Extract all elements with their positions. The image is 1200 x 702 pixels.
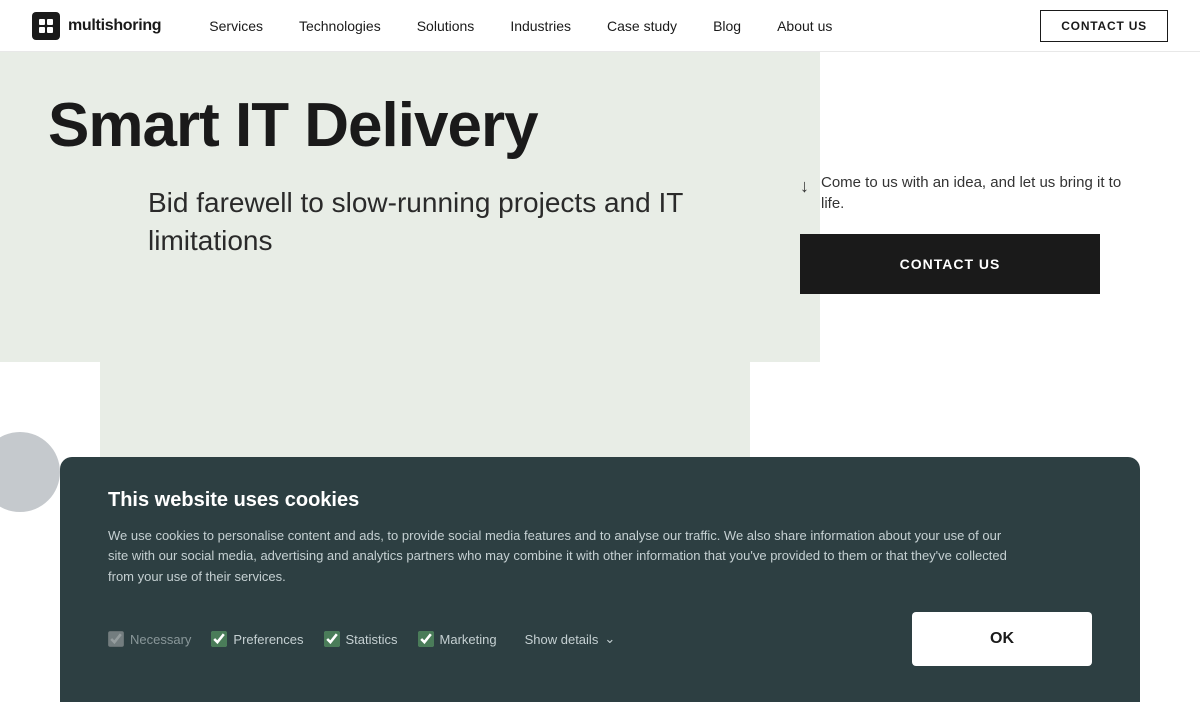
- navigation: multishoring Services Technologies Solut…: [0, 0, 1200, 52]
- nav-item-industries[interactable]: Industries: [510, 18, 571, 34]
- nav-item-about-us[interactable]: About us: [777, 18, 832, 34]
- nav-contact-button[interactable]: CONTACT US: [1040, 10, 1168, 42]
- checkbox-necessary-input[interactable]: [108, 631, 124, 647]
- cookie-ok-button[interactable]: OK: [912, 612, 1092, 666]
- cookie-banner-title: This website uses cookies: [108, 489, 1092, 512]
- logo-icon: [32, 12, 60, 40]
- nav-links: Services Technologies Solutions Industri…: [209, 18, 1040, 34]
- checkbox-preferences-label: Preferences: [233, 632, 303, 647]
- chevron-down-icon: ⌄: [604, 631, 615, 647]
- show-details-toggle[interactable]: Show details ⌄: [525, 631, 616, 647]
- logo-text: multishoring: [68, 17, 161, 35]
- nav-item-case-study[interactable]: Case study: [607, 18, 677, 34]
- checkbox-preferences-input[interactable]: [211, 631, 227, 647]
- cookie-banner: This website uses cookies We use cookies…: [60, 457, 1140, 702]
- checkbox-statistics-input[interactable]: [324, 631, 340, 647]
- checkbox-necessary-label: Necessary: [130, 632, 191, 647]
- checkbox-marketing[interactable]: Marketing: [418, 631, 497, 647]
- hero-tagline: ↓ Come to us with an idea, and let us br…: [800, 172, 1140, 214]
- hero-section: Smart IT Delivery Bid farewell to slow-r…: [0, 52, 1200, 482]
- hero-tagline-text: Come to us with an idea, and let us brin…: [821, 172, 1140, 214]
- checkbox-marketing-input[interactable]: [418, 631, 434, 647]
- nav-item-blog[interactable]: Blog: [713, 18, 741, 34]
- cookie-banner-text: We use cookies to personalise content an…: [108, 526, 1008, 588]
- nav-item-services[interactable]: Services: [209, 18, 263, 34]
- hero-subtitle: Bid farewell to slow-running projects an…: [148, 184, 728, 260]
- hero-contact-button[interactable]: CONTACT US: [800, 234, 1100, 294]
- cookie-controls: Necessary Preferences Statistics Marketi…: [108, 612, 1092, 666]
- checkbox-statistics-label: Statistics: [346, 632, 398, 647]
- checkbox-preferences[interactable]: Preferences: [211, 631, 303, 647]
- logo[interactable]: multishoring: [32, 12, 161, 40]
- checkbox-statistics[interactable]: Statistics: [324, 631, 398, 647]
- arrow-down-icon: ↓: [800, 174, 809, 199]
- hero-title: Smart IT Delivery: [48, 92, 1152, 160]
- checkbox-marketing-label: Marketing: [440, 632, 497, 647]
- checkbox-necessary[interactable]: Necessary: [108, 631, 191, 647]
- cookie-checkboxes: Necessary Preferences Statistics Marketi…: [108, 631, 912, 647]
- nav-item-solutions[interactable]: Solutions: [417, 18, 475, 34]
- hero-right-panel: ↓ Come to us with an idea, and let us br…: [800, 172, 1140, 294]
- show-details-label: Show details: [525, 632, 599, 647]
- nav-item-technologies[interactable]: Technologies: [299, 18, 381, 34]
